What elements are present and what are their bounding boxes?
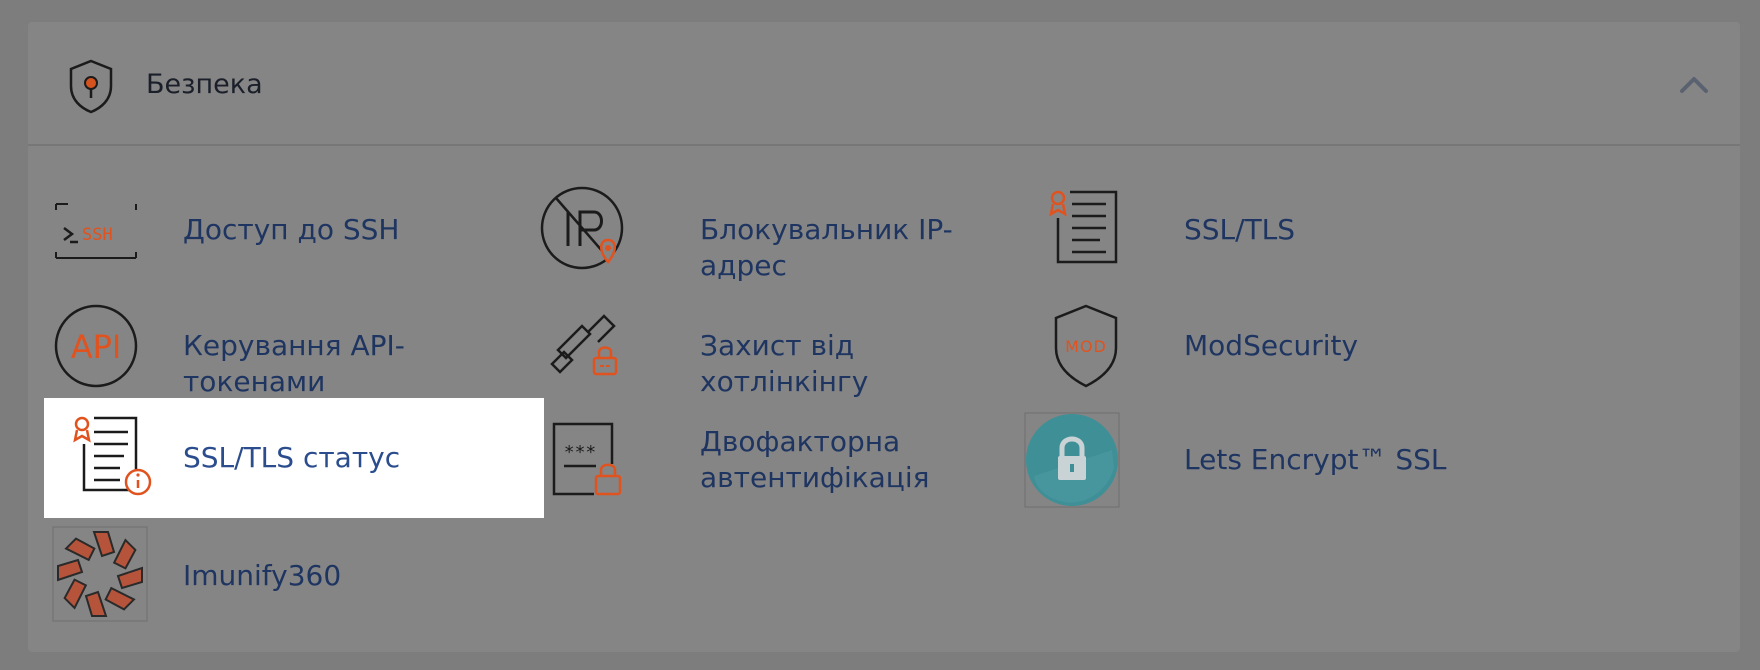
ip-blocker-icon xyxy=(540,186,624,270)
item-imunify360[interactable]: Imunify360 xyxy=(38,518,518,634)
item-label-line1: Двофакторна xyxy=(700,425,901,458)
svg-text:SSH: SSH xyxy=(82,225,113,245)
imunify360-logo-icon xyxy=(52,526,148,622)
item-modsecurity[interactable]: MOD ModSecurity xyxy=(1038,288,1518,404)
ssh-terminal-icon: SSH xyxy=(54,200,138,262)
svg-text:MOD: MOD xyxy=(1065,337,1107,356)
hotlink-protection-icon xyxy=(550,314,618,376)
item-label-line2: автентифікація xyxy=(700,461,930,494)
shield-pin-icon xyxy=(69,59,113,114)
ssl-status-icon xyxy=(72,414,152,496)
item-label: Imunify360 xyxy=(183,559,342,592)
section-header[interactable]: Безпека xyxy=(28,22,1740,146)
item-label: Доступ до SSH xyxy=(183,213,400,246)
item-lets-encrypt[interactable]: Lets Encrypt™ SSL xyxy=(1024,402,1518,518)
item-ssh-access[interactable]: SSH Доступ до SSH xyxy=(38,172,518,288)
item-label: Захист від хотлінкінгу xyxy=(700,329,869,398)
ssl-certificate-icon xyxy=(1048,188,1118,264)
item-ssl-tls-status[interactable]: SSL/TLS статус xyxy=(44,398,544,518)
item-label: ModSecurity xyxy=(1184,329,1359,362)
chevron-up-icon[interactable] xyxy=(1676,69,1712,99)
svg-text:***: *** xyxy=(564,442,597,463)
item-label: SSL/TLS статус xyxy=(183,441,401,474)
item-ssl-tls[interactable]: SSL/TLS xyxy=(1038,172,1518,288)
item-label: Керування API-токенами xyxy=(183,329,405,398)
item-label: Lets Encrypt™ SSL xyxy=(1184,443,1447,476)
item-label: SSL/TLS xyxy=(1184,213,1296,246)
item-hotlink-protection[interactable]: Захист від хотлінкінгу xyxy=(538,288,1018,404)
item-two-factor[interactable]: *** Двофакторна автентифікація xyxy=(538,402,1018,518)
security-panel: Безпека SSH Доступ до SSH Блокувальник I… xyxy=(28,22,1740,652)
item-label: Блокувальник IP-адрес xyxy=(700,213,953,282)
modsecurity-shield-icon: MOD xyxy=(1054,304,1118,388)
item-ip-blocker[interactable]: Блокувальник IP-адрес xyxy=(538,172,1018,288)
svg-text:API: API xyxy=(71,328,122,366)
section-title: Безпека xyxy=(146,69,263,100)
lets-encrypt-lock-icon xyxy=(1024,412,1120,508)
two-factor-icon: *** xyxy=(552,422,622,498)
api-icon: API xyxy=(54,304,138,388)
item-api-tokens[interactable]: API Керування API-токенами xyxy=(38,288,518,404)
